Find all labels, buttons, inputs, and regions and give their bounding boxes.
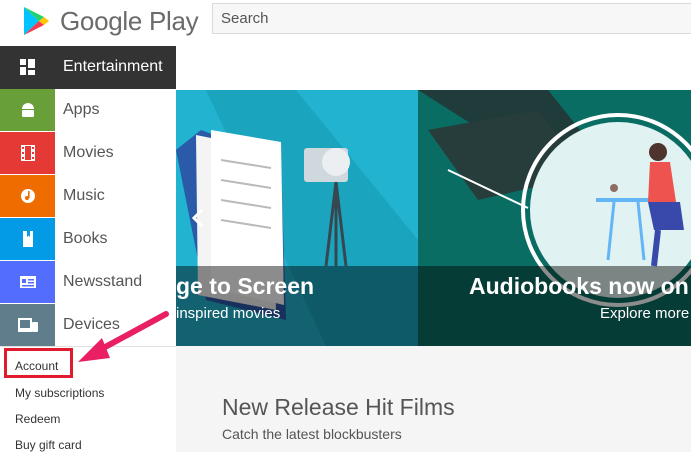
promo-subtitle-audiobooks: Explore more — [600, 305, 690, 322]
pointer-arrow-icon — [78, 311, 169, 362]
section-title[interactable]: New Release Hit Films — [222, 394, 455, 421]
sidebar-item-entertainment[interactable]: Entertainment — [0, 46, 176, 89]
sidebar-item-newsstand[interactable]: Newsstand — [0, 261, 176, 304]
sidebar-item-label: Movies — [63, 144, 114, 161]
grid-icon — [0, 46, 55, 88]
promo-carousel[interactable]: ge to Screen inspired movies Audiobooks … — [176, 90, 691, 346]
sidebar: Entertainment Apps Movies Music Books Ne… — [0, 46, 176, 452]
music-note-icon — [0, 175, 55, 217]
film-icon — [0, 132, 55, 174]
carousel-prev-button[interactable] — [186, 202, 210, 234]
book-icon — [0, 218, 55, 260]
sidebar-item-label: Newsstand — [63, 273, 143, 290]
promo-subtitle-movies: inspired movies — [176, 305, 281, 322]
content-top-bar — [176, 46, 691, 90]
sidebar-item-label: Apps — [63, 101, 100, 118]
buy-gift-card-link[interactable]: Buy gift card — [15, 438, 82, 452]
redeem-link[interactable]: Redeem — [15, 412, 60, 426]
new-release-section: New Release Hit Films Catch the latest b… — [176, 346, 691, 452]
top-bar: Google Play — [0, 0, 691, 46]
devices-icon — [0, 304, 55, 346]
sidebar-item-apps[interactable]: Apps — [0, 89, 176, 132]
search-input[interactable] — [212, 3, 691, 34]
sidebar-item-movies[interactable]: Movies — [0, 132, 176, 175]
newspaper-icon — [0, 261, 55, 303]
section-subtitle: Catch the latest blockbusters — [222, 426, 402, 442]
promo-title-movies: ge to Screen — [176, 273, 315, 299]
sidebar-item-label: Books — [63, 230, 108, 247]
sidebar-item-books[interactable]: Books — [0, 218, 176, 261]
sidebar-item-label: Entertainment — [63, 58, 163, 75]
chevron-left-icon — [191, 208, 204, 228]
my-subscriptions-link[interactable]: My subscriptions — [15, 386, 104, 400]
google-play-logo-icon[interactable] — [20, 5, 52, 37]
sidebar-item-label: Music — [63, 187, 105, 204]
sidebar-item-music[interactable]: Music — [0, 175, 176, 218]
promo-title-audiobooks: Audiobooks now on — [469, 273, 689, 299]
account-link[interactable]: Account — [15, 359, 58, 373]
android-icon — [0, 89, 55, 131]
brand-name[interactable]: Google Play — [60, 6, 199, 37]
